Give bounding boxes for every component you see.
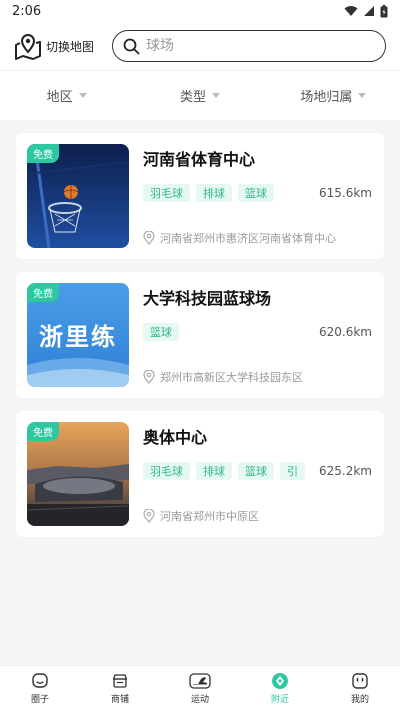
sport-tag: 排球 xyxy=(196,462,232,480)
venue-info: 奥体中心 羽毛球 排球 篮球 引 625.2km 河南省郑州市中原区 xyxy=(143,422,372,526)
nav-shop[interactable]: 商铺 xyxy=(80,666,160,711)
venue-address-text: 郑州市高新区大学科技园东区 xyxy=(160,371,303,384)
location-pin-icon xyxy=(143,509,155,523)
venue-card[interactable]: 免费 奥体中心 羽毛球 排球 篮球 引 625.2km 河南省郑州市中原区 xyxy=(16,411,384,537)
filter-type[interactable]: 类型 xyxy=(133,86,266,105)
search-input[interactable] xyxy=(146,38,375,54)
battery-icon xyxy=(380,4,388,17)
app-logo-text: 浙里练 xyxy=(39,323,117,351)
nav-label: 附近 xyxy=(270,695,289,705)
sport-tag: 篮球 xyxy=(238,184,274,202)
free-badge: 免费 xyxy=(27,422,59,441)
filter-label: 地区 xyxy=(46,90,73,105)
filter-region[interactable]: 地区 xyxy=(0,86,133,105)
venue-distance: 615.6km xyxy=(319,186,372,200)
search-box[interactable] xyxy=(112,30,386,62)
nav-label: 我的 xyxy=(350,695,369,705)
status-time: 2:06 xyxy=(12,3,42,19)
location-pin-icon xyxy=(143,370,155,384)
venue-info: 大学科技园蓝球场 篮球 620.6km 郑州市高新区大学科技园东区 xyxy=(143,283,372,387)
free-badge: 免费 xyxy=(27,283,59,302)
venue-distance: 620.6km xyxy=(319,325,372,339)
nav-profile[interactable]: 我的 xyxy=(320,666,400,711)
signal-icon xyxy=(364,6,374,16)
sport-tag: 排球 xyxy=(196,184,232,202)
dropdown-caret-icon xyxy=(212,93,220,98)
shop-icon xyxy=(112,674,128,688)
venue-thumbnail: 免费 xyxy=(27,144,129,248)
venue-info: 河南省体育中心 羽毛球 排球 篮球 615.6km 河南省郑州市惠济区河南省体育… xyxy=(143,144,372,248)
venue-address: 河南省郑州市惠济区河南省体育中心 xyxy=(143,230,336,246)
sport-tag: 篮球 xyxy=(143,323,179,341)
venue-distance: 625.2km xyxy=(319,464,372,478)
location-pin-icon xyxy=(143,231,155,245)
venue-address-text: 河南省郑州市惠济区河南省体育中心 xyxy=(160,232,336,245)
nav-circle[interactable]: 圈子 xyxy=(0,666,80,711)
status-icons xyxy=(344,4,388,18)
bottom-nav: 圈子 商铺 运动 附近 我的 xyxy=(0,665,400,711)
venue-card[interactable]: 免费 河南省体育中心 羽毛球 排球 篮球 615.6km 河南省郑州市惠济区河南… xyxy=(16,133,384,259)
tags-row: 羽毛球 排球 篮球 引 625.2km xyxy=(143,462,372,480)
venue-thumbnail: 浙里练 免费 xyxy=(27,283,129,387)
filter-label: 类型 xyxy=(179,90,206,105)
venue-name: 奥体中心 xyxy=(143,428,208,447)
sport-tags: 羽毛球 排球 篮球 引 xyxy=(143,462,311,480)
sport-tag: 篮球 xyxy=(238,462,274,480)
venue-name: 大学科技园蓝球场 xyxy=(143,289,272,308)
shoe-icon xyxy=(189,673,211,689)
dropdown-caret-icon xyxy=(358,93,367,98)
sport-tags: 篮球 xyxy=(143,323,311,341)
sport-tag: 羽毛球 xyxy=(143,184,190,202)
profile-icon xyxy=(352,673,368,689)
sport-tag: 引 xyxy=(280,462,305,480)
nav-sport[interactable]: 运动 xyxy=(160,666,240,711)
search-icon xyxy=(123,38,140,54)
venue-name: 河南省体育中心 xyxy=(143,150,256,169)
venue-list: 免费 河南省体育中心 羽毛球 排球 篮球 615.6km 河南省郑州市惠济区河南… xyxy=(0,120,400,537)
tags-row: 篮球 620.6km xyxy=(143,323,372,341)
top-bar: 切换地图 xyxy=(0,22,400,70)
map-switch-label: 切换地图 xyxy=(46,39,95,54)
venue-address: 郑州市高新区大学科技园东区 xyxy=(143,369,303,385)
venue-address-text: 河南省郑州市中原区 xyxy=(160,510,259,523)
map-switch-button[interactable]: 切换地图 xyxy=(14,31,94,61)
dropdown-caret-icon xyxy=(78,93,87,98)
filter-label: 场地归属 xyxy=(300,90,353,105)
status-bar: 2:06 xyxy=(0,0,400,22)
wifi-icon xyxy=(344,6,358,16)
nav-label: 运动 xyxy=(190,695,209,705)
nav-label: 圈子 xyxy=(30,695,49,705)
tags-row: 羽毛球 排球 篮球 615.6km xyxy=(143,184,372,202)
location-icon xyxy=(272,673,288,689)
venue-card[interactable]: 浙里练 免费 大学科技园蓝球场 篮球 620.6km 郑州市高新区大学科技园东区 xyxy=(16,272,384,398)
nav-label: 商铺 xyxy=(110,695,129,705)
sport-tag: 羽毛球 xyxy=(143,462,190,480)
filter-ownership[interactable]: 场地归属 xyxy=(267,86,400,105)
venue-thumbnail: 免费 xyxy=(27,422,129,526)
nav-nearby[interactable]: 附近 xyxy=(240,666,320,711)
map-icon xyxy=(15,34,41,60)
venue-address: 河南省郑州市中原区 xyxy=(143,508,259,524)
sport-tags: 羽毛球 排球 篮球 xyxy=(143,184,311,202)
free-badge: 免费 xyxy=(27,144,59,163)
filter-bar: 地区 类型 场地归属 xyxy=(0,70,400,120)
chat-icon xyxy=(32,673,48,688)
